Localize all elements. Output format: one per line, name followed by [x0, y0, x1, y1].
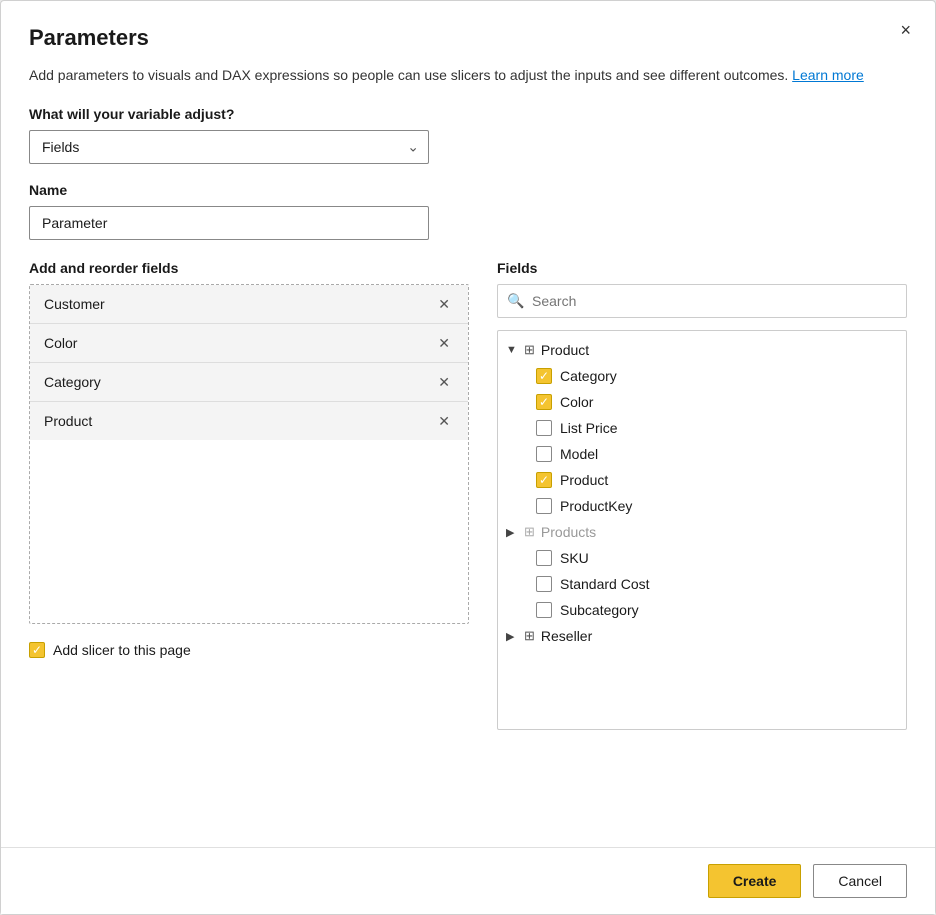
standard-cost-checkbox[interactable] — [536, 576, 552, 592]
productkey-checkbox[interactable] — [536, 498, 552, 514]
list-item: Product ✕ — [30, 402, 468, 440]
remove-category-button[interactable]: ✕ — [434, 373, 454, 391]
product-group-header[interactable]: ▼ ⊞ Product — [498, 337, 906, 363]
chevron-right-icon: ▶ — [506, 630, 518, 643]
close-button[interactable]: × — [896, 17, 915, 43]
variable-select[interactable]: Fields Numeric range — [29, 130, 429, 164]
field-name: Product — [44, 413, 92, 429]
table-icon: ⊞ — [524, 628, 535, 644]
name-input[interactable] — [29, 206, 429, 240]
tree-item-standard-cost: Standard Cost — [498, 571, 906, 597]
tree-item-label: ProductKey — [560, 498, 632, 514]
tree-item-sku: SKU — [498, 545, 906, 571]
tree-item-color: ✓ Color — [498, 389, 906, 415]
reseller-group-header[interactable]: ▶ ⊞ Reseller — [498, 623, 906, 649]
variable-label: What will your variable adjust? — [29, 106, 907, 122]
remove-product-button[interactable]: ✕ — [434, 412, 454, 430]
tree-item-model: Model — [498, 441, 906, 467]
color-checkbox[interactable]: ✓ — [536, 394, 552, 410]
product-checkbox[interactable]: ✓ — [536, 472, 552, 488]
two-col-layout: Add and reorder fields Customer ✕ Color … — [29, 260, 907, 730]
field-name: Category — [44, 374, 101, 390]
product-group-name: Product — [541, 342, 589, 358]
dialog-description: Add parameters to visuals and DAX expres… — [29, 65, 907, 86]
fields-tree: ▼ ⊞ Product ✓ Category ✓ Color — [497, 330, 907, 730]
search-input[interactable] — [497, 284, 907, 318]
tree-item-productkey: ProductKey — [498, 493, 906, 519]
add-slicer-checkbox[interactable]: ✓ — [29, 642, 45, 658]
tree-item-label: Standard Cost — [560, 576, 650, 592]
list-item: Color ✕ — [30, 324, 468, 363]
category-checkbox[interactable]: ✓ — [536, 368, 552, 384]
tree-item-label: Product — [560, 472, 608, 488]
name-section: Name — [29, 182, 907, 240]
checkmark-icon: ✓ — [539, 370, 549, 382]
search-wrapper: 🔍 — [497, 284, 907, 318]
add-reorder-label: Add and reorder fields — [29, 260, 469, 276]
description-text: Add parameters to visuals and DAX expres… — [29, 67, 788, 83]
table-icon: ⊞ — [524, 342, 535, 358]
parameters-dialog: × Parameters Add parameters to visuals a… — [0, 0, 936, 915]
field-name: Customer — [44, 296, 105, 312]
add-slicer-row: ✓ Add slicer to this page — [29, 642, 469, 658]
checkmark-icon: ✓ — [32, 644, 42, 656]
list-price-checkbox[interactable] — [536, 420, 552, 436]
tree-item-label: SKU — [560, 550, 589, 566]
variable-select-wrapper: Fields Numeric range ⌄ — [29, 130, 429, 164]
tree-item-label: Model — [560, 446, 598, 462]
tree-item-label: Category — [560, 368, 617, 384]
name-label: Name — [29, 182, 907, 198]
dialog-title: Parameters — [29, 25, 907, 51]
chevron-right-icon: ▶ — [506, 526, 518, 539]
right-column: Fields 🔍 ▼ ⊞ Product ✓ C — [497, 260, 907, 730]
list-item: Customer ✕ — [30, 285, 468, 324]
tree-item-product: ✓ Product — [498, 467, 906, 493]
sku-checkbox[interactable] — [536, 550, 552, 566]
list-item: Category ✕ — [30, 363, 468, 402]
field-name: Color — [44, 335, 77, 351]
dialog-footer: Create Cancel — [1, 847, 935, 914]
remove-color-button[interactable]: ✕ — [434, 334, 454, 352]
tree-item-subcategory: Subcategory — [498, 597, 906, 623]
reseller-group-name: Reseller — [541, 628, 592, 644]
products-group-header[interactable]: ▶ ⊞ Products — [498, 519, 906, 545]
remove-customer-button[interactable]: ✕ — [434, 295, 454, 313]
tree-item-category: ✓ Category — [498, 363, 906, 389]
cancel-button[interactable]: Cancel — [813, 864, 907, 898]
table-icon: ⊞ — [524, 524, 535, 540]
fields-label: Fields — [497, 260, 907, 276]
checkmark-icon: ✓ — [539, 396, 549, 408]
learn-more-link[interactable]: Learn more — [792, 67, 864, 83]
tree-item-label: Color — [560, 394, 593, 410]
tree-item-label: List Price — [560, 420, 618, 436]
tree-item-label: Subcategory — [560, 602, 639, 618]
add-slicer-label: Add slicer to this page — [53, 642, 191, 658]
left-column: Add and reorder fields Customer ✕ Color … — [29, 260, 469, 730]
create-button[interactable]: Create — [708, 864, 802, 898]
checkmark-icon: ✓ — [539, 474, 549, 486]
products-group-name: Products — [541, 524, 596, 540]
model-checkbox[interactable] — [536, 446, 552, 462]
chevron-down-icon: ▼ — [506, 344, 518, 356]
subcategory-checkbox[interactable] — [536, 602, 552, 618]
tree-item-list-price: List Price — [498, 415, 906, 441]
add-reorder-list: Customer ✕ Color ✕ Category ✕ Product ✕ — [29, 284, 469, 624]
